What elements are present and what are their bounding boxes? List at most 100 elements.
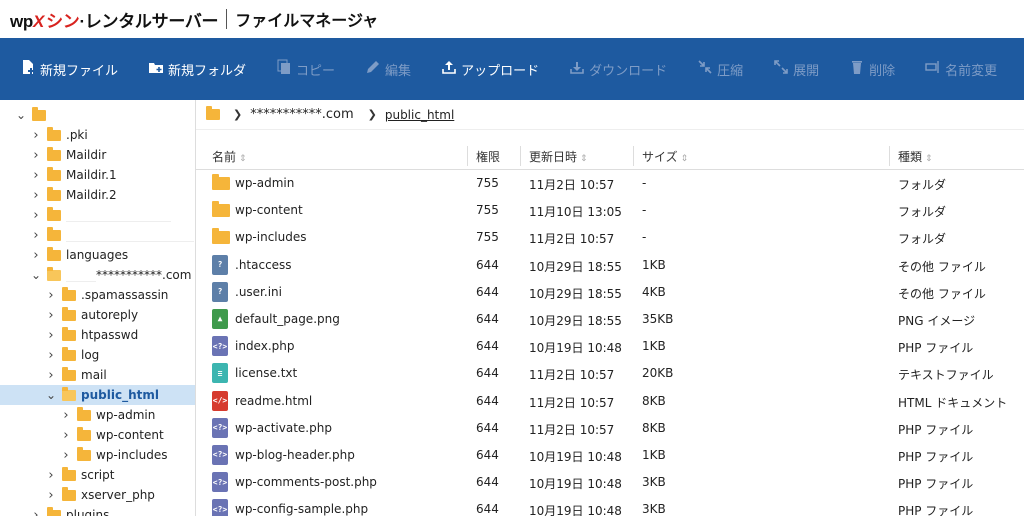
toolbar-button-label: 展開 (793, 63, 820, 79)
tree-item[interactable]: ⌄ (0, 105, 195, 125)
toolbar-button-download: ダウンロード (569, 59, 667, 79)
cell-perm: 644 (476, 393, 499, 408)
table-row[interactable]: </> readme.html 644 11月2日 10:57 8KB HTML ドキュメ… (196, 388, 1024, 415)
image-file-icon: ▲ (212, 308, 228, 329)
new-folder-icon (148, 59, 164, 79)
tree-item[interactable]: › Maildir.2 (0, 185, 195, 205)
chevron-right-icon[interactable]: › (61, 408, 71, 423)
cell-type: PNG イメージ (898, 313, 976, 328)
chevron-right-icon[interactable]: › (46, 308, 56, 323)
tree-item[interactable]: › .spamassassin (0, 285, 195, 305)
column-divider[interactable] (889, 146, 890, 166)
cell-date: 10月19日 10:48 (529, 449, 622, 464)
breadcrumb-domain[interactable]: ***********.com (250, 107, 353, 122)
brand-logo[interactable]: wpX シン·レンタルサーバー (10, 7, 219, 32)
chevron-right-icon[interactable]: › (31, 188, 41, 203)
breadcrumb-current[interactable]: public_html (385, 108, 454, 122)
column-divider[interactable] (467, 146, 468, 166)
folder-icon (47, 506, 61, 516)
toolbar: 新規ファイル新規フォルダコピー編集アップロードダウンロード圧縮展開削除名前変更パ… (0, 38, 1024, 100)
column-header[interactable]: 種類 ⇕ (898, 148, 933, 165)
tree-item-label: ***********.com (96, 268, 192, 282)
chevron-down-icon[interactable]: ⌄ (31, 268, 41, 282)
cell-size: 4KB (642, 284, 666, 299)
table-row[interactable]: wp-content 755 11月10日 13:05 - フォルダ (196, 197, 1024, 224)
folder-icon (62, 286, 76, 301)
toolbar-button-upload[interactable]: アップロード (441, 59, 539, 79)
chevron-right-icon[interactable]: › (31, 248, 41, 263)
tree-item[interactable]: › script (0, 465, 195, 485)
chevron-right-icon[interactable]: › (46, 468, 56, 483)
edit-icon (365, 59, 381, 79)
tree-item[interactable]: › log (0, 345, 195, 365)
chevron-right-icon[interactable]: › (31, 208, 41, 223)
header-divider (226, 9, 228, 29)
cell-name: .htaccess (235, 257, 292, 272)
chevron-right-icon[interactable]: › (46, 368, 56, 383)
toolbar-button-new-folder[interactable]: 新規フォルダ (148, 59, 246, 79)
table-row[interactable]: <?> wp-blog-header.php 644 10月19日 10:48 1KB P… (196, 442, 1024, 469)
tree-item[interactable]: › Maildir.1 (0, 165, 195, 185)
table-row[interactable]: ? .htaccess 644 10月29日 18:55 1KB その他 ファイル (196, 252, 1024, 279)
chevron-right-icon[interactable]: › (61, 428, 71, 443)
tree-item[interactable]: › htpasswd (0, 325, 195, 345)
column-header[interactable]: 更新日時 ⇕ (529, 148, 588, 165)
tree-item-label: htpasswd (81, 328, 139, 342)
tree-item[interactable]: › plugins (0, 505, 195, 516)
chevron-right-icon[interactable]: › (31, 168, 41, 183)
tree-item[interactable]: › xserver_php (0, 485, 195, 505)
tree-item[interactable]: › wp-admin (0, 405, 195, 425)
cell-type: テキストファイル (898, 368, 994, 383)
chevron-right-icon[interactable]: › (31, 228, 41, 243)
cell-date: 10月19日 10:48 (529, 341, 622, 356)
column-header[interactable]: 権限 (476, 148, 500, 165)
tree-item[interactable]: › (0, 205, 195, 225)
table-row[interactable]: <?> wp-comments-post.php 644 10月19日 10:48 3K… (196, 469, 1024, 496)
chevron-down-icon[interactable]: ⌄ (46, 388, 56, 402)
chevron-right-icon[interactable]: › (46, 488, 56, 503)
table-row[interactable]: wp-admin 755 11月2日 10:57 - フォルダ (196, 170, 1024, 197)
tree-item[interactable]: › .pki (0, 125, 195, 145)
home-folder-icon[interactable] (206, 106, 220, 120)
chevron-right-icon[interactable]: › (61, 448, 71, 463)
cell-name: license.txt (235, 366, 298, 381)
cell-perm: 644 (476, 447, 499, 462)
chevron-down-icon[interactable]: ⌄ (16, 108, 26, 122)
table-row[interactable]: <?> wp-activate.php 644 11月2日 10:57 8KB PHP フ… (196, 415, 1024, 442)
folder-icon (62, 486, 76, 501)
tree-item[interactable]: ⌄ public_html (0, 385, 195, 405)
chevron-right-icon[interactable]: › (31, 148, 41, 163)
tree-item[interactable]: › wp-content (0, 425, 195, 445)
tree-item[interactable]: › autoreply (0, 305, 195, 325)
tree-item[interactable]: ⌄ ***********.com (0, 265, 195, 285)
chevron-right-icon[interactable]: › (46, 348, 56, 363)
table-row[interactable]: ▲ default_page.png 644 10月29日 18:55 35KB PNG … (196, 306, 1024, 333)
toolbar-button-label: 新規フォルダ (168, 63, 247, 79)
chevron-right-icon[interactable]: › (31, 508, 41, 516)
column-header[interactable]: 名前 ⇕ (212, 148, 247, 165)
brand-wp: wp (10, 11, 34, 31)
table-row[interactable]: ≡ license.txt 644 11月2日 10:57 20KB テキストファイル (196, 360, 1024, 387)
tree-item[interactable]: › Maildir (0, 145, 195, 165)
tree-item[interactable]: › (0, 225, 195, 245)
html-file-icon: </> (212, 390, 228, 411)
cell-perm: 644 (476, 284, 499, 299)
cell-name: wp-blog-header.php (235, 447, 355, 462)
table-row[interactable]: <?> wp-config-sample.php 644 10月19日 10:48 3K… (196, 496, 1024, 516)
column-divider[interactable] (520, 146, 521, 166)
tree-item[interactable]: › wp-includes (0, 445, 195, 465)
toolbar-button-new-file[interactable]: 新規ファイル (20, 59, 118, 79)
tree-item[interactable]: › mail (0, 365, 195, 385)
column-divider[interactable] (633, 146, 634, 166)
folder-icon (47, 226, 61, 241)
column-header[interactable]: サイズ ⇕ (642, 148, 688, 165)
table-row[interactable]: wp-includes 755 11月2日 10:57 - フォルダ (196, 224, 1024, 251)
toolbar-button-label: ダウンロード (589, 63, 668, 79)
chevron-right-icon[interactable]: › (46, 328, 56, 343)
chevron-right-icon[interactable]: › (46, 288, 56, 303)
table-row[interactable]: <?> index.php 644 10月19日 10:48 1KB PHP ファイル (196, 333, 1024, 360)
table-row[interactable]: ? .user.ini 644 10月29日 18:55 4KB その他 ファイル (196, 279, 1024, 306)
tree-item[interactable]: › languages (0, 245, 195, 265)
toolbar-button-compress: 圧縮 (697, 59, 743, 79)
chevron-right-icon[interactable]: › (31, 128, 41, 143)
